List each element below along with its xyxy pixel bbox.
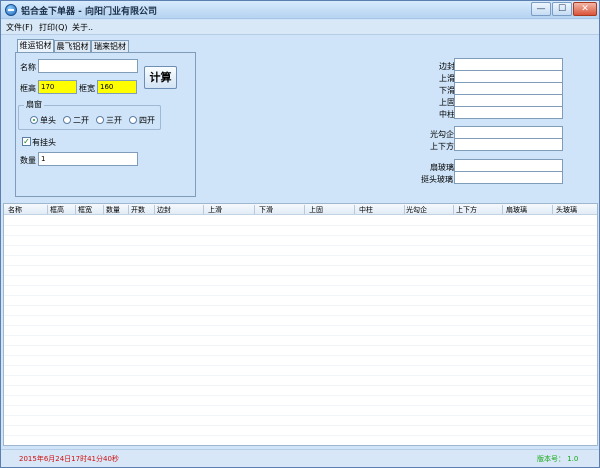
radio-four[interactable] bbox=[129, 116, 137, 124]
maximize-button[interactable]: ☐ bbox=[552, 2, 572, 16]
result-label-zhongzhu: 中柱 bbox=[439, 110, 455, 119]
col-header-openings[interactable]: 开数 bbox=[131, 205, 145, 215]
col-divider[interactable] bbox=[203, 205, 204, 214]
col-header-shanggu[interactable]: 上固 bbox=[309, 205, 323, 215]
col-header-toutouboli[interactable]: 头玻璃 bbox=[556, 205, 577, 215]
radio-three[interactable] bbox=[96, 116, 104, 124]
status-version: 版本号： 1.0 bbox=[537, 455, 579, 463]
name-label: 名称 bbox=[20, 63, 36, 72]
result-label-bianfeng: 边封 bbox=[439, 62, 455, 71]
radio-single-label: 单头 bbox=[40, 116, 56, 125]
calculate-button[interactable]: 计算 bbox=[144, 66, 177, 89]
hook-checkbox-label: 有挂头 bbox=[32, 138, 56, 147]
name-input[interactable] bbox=[38, 59, 138, 73]
col-divider[interactable] bbox=[154, 205, 155, 214]
table-header: 名称 框高 框宽 数量 开数 边封 上滑 下滑 上固 中柱 光勾企 上下方 扇玻… bbox=[4, 204, 597, 215]
col-header-bianfeng[interactable]: 边封 bbox=[157, 205, 171, 215]
col-divider[interactable] bbox=[354, 205, 355, 214]
col-divider[interactable] bbox=[552, 205, 553, 214]
radio-two[interactable] bbox=[63, 116, 71, 124]
col-divider[interactable] bbox=[103, 205, 104, 214]
col-header-frame-height[interactable]: 框高 bbox=[50, 205, 64, 215]
col-divider[interactable] bbox=[47, 205, 48, 214]
result-field-tingtouboli[interactable] bbox=[454, 171, 563, 184]
app-window: 铝合金下单器 - 向阳门业有限公司 — ☐ ✕ 文件(F) 打印(Q) 关于..… bbox=[0, 0, 600, 468]
window-title: 铝合金下单器 - 向阳门业有限公司 bbox=[21, 7, 158, 17]
col-divider[interactable] bbox=[75, 205, 76, 214]
radio-three-label: 三开 bbox=[106, 116, 122, 125]
tab-weiyun[interactable]: 维运铝材 bbox=[17, 39, 54, 53]
col-divider[interactable] bbox=[254, 205, 255, 214]
radio-single[interactable] bbox=[30, 116, 38, 124]
table-body[interactable] bbox=[4, 216, 597, 445]
col-divider[interactable] bbox=[404, 205, 405, 214]
result-label-shanboli: 扇玻璃 bbox=[430, 163, 454, 172]
col-divider[interactable] bbox=[128, 205, 129, 214]
radio-two-label: 二开 bbox=[73, 116, 89, 125]
col-header-shanboli[interactable]: 扇玻璃 bbox=[506, 205, 527, 215]
frame-height-label: 框高 bbox=[20, 84, 36, 93]
menu-file[interactable]: 文件(F) bbox=[6, 22, 33, 33]
col-header-shangxiafang[interactable]: 上下方 bbox=[456, 205, 477, 215]
col-header-frame-width[interactable]: 框宽 bbox=[78, 205, 92, 215]
col-header-zhongzhu[interactable]: 中柱 bbox=[359, 205, 373, 215]
title-bar[interactable]: 铝合金下单器 - 向阳门业有限公司 — ☐ ✕ bbox=[1, 1, 599, 19]
menu-print[interactable]: 打印(Q) bbox=[39, 22, 68, 33]
result-label-tingtouboli: 挺头玻璃 bbox=[421, 175, 453, 184]
status-bar: 2015年6月24日17时41分40秒 版本号： 1.0 bbox=[1, 449, 599, 467]
frame-width-input[interactable]: 160 bbox=[97, 80, 137, 94]
col-divider[interactable] bbox=[502, 205, 503, 214]
radio-four-label: 四开 bbox=[139, 116, 155, 125]
result-label-shanghua: 上滑 bbox=[439, 74, 455, 83]
col-header-xiahua[interactable]: 下滑 bbox=[259, 205, 273, 215]
col-divider[interactable] bbox=[453, 205, 454, 214]
col-header-shanghua[interactable]: 上滑 bbox=[208, 205, 222, 215]
col-header-name[interactable]: 名称 bbox=[8, 205, 22, 215]
sash-group-label: 扇窗 bbox=[24, 99, 44, 110]
frame-width-label: 框宽 bbox=[79, 84, 95, 93]
result-label-guanggouqi: 光勾企 bbox=[430, 130, 454, 139]
frame-height-input[interactable]: 170 bbox=[38, 80, 77, 94]
quantity-input[interactable]: 1 bbox=[38, 152, 138, 166]
col-divider[interactable] bbox=[304, 205, 305, 214]
app-icon bbox=[5, 4, 17, 16]
result-label-shangxiafang: 上下方 bbox=[430, 142, 454, 151]
results-table[interactable]: 名称 框高 框宽 数量 开数 边封 上滑 下滑 上固 中柱 光勾企 上下方 扇玻… bbox=[3, 203, 598, 446]
menu-about[interactable]: 关于.. bbox=[72, 22, 93, 33]
minimize-button[interactable]: — bbox=[531, 2, 551, 16]
result-field-zhongzhu[interactable] bbox=[454, 106, 563, 119]
status-datetime: 2015年6月24日17时41分40秒 bbox=[19, 455, 119, 463]
result-label-shanggu: 上固 bbox=[439, 98, 455, 107]
result-field-shangxiafang[interactable] bbox=[454, 138, 563, 151]
col-header-quantity[interactable]: 数量 bbox=[106, 205, 120, 215]
result-label-xiahua: 下滑 bbox=[439, 86, 455, 95]
quantity-label: 数量 bbox=[20, 156, 36, 165]
col-header-guanggouqi[interactable]: 光勾企 bbox=[406, 205, 427, 215]
close-button[interactable]: ✕ bbox=[573, 2, 597, 16]
hook-checkbox[interactable]: ✓ bbox=[22, 137, 31, 146]
menu-bar: 文件(F) 打印(Q) 关于.. bbox=[1, 20, 599, 35]
